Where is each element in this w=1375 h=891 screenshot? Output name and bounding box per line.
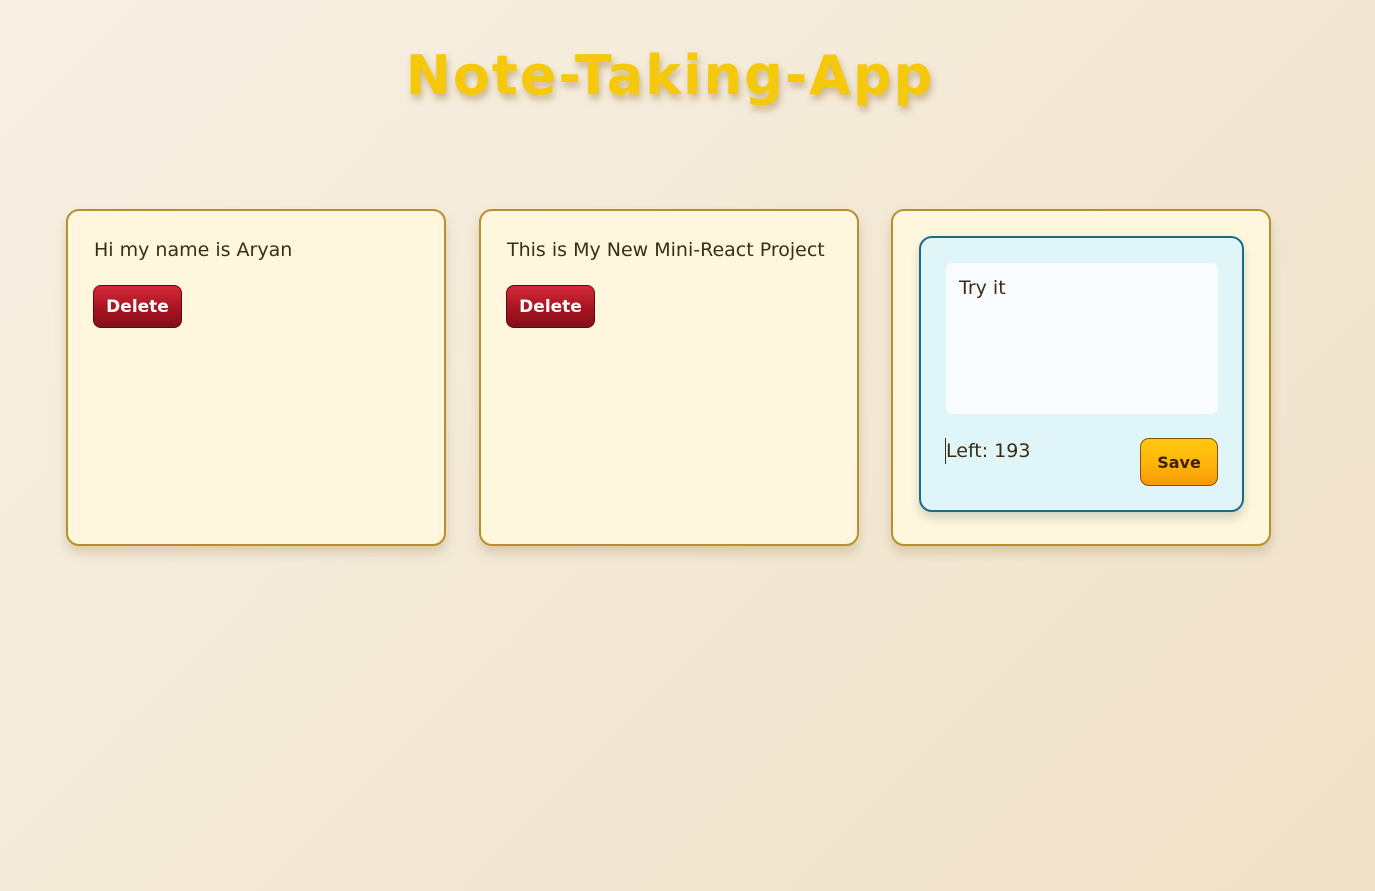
delete-note-button[interactable]: Delete <box>506 285 595 328</box>
new-note-card: Try it Left: 193 Save <box>891 209 1271 546</box>
note-text: Hi my name is Aryan <box>94 239 293 261</box>
note-card: Hi my name is Aryan Delete <box>66 209 446 546</box>
app-title: Note-Taking-App <box>405 44 935 107</box>
note-card: This is My New Mini-React Project Delete <box>479 209 859 546</box>
note-text: This is My New Mini-React Project <box>507 239 825 261</box>
save-button[interactable]: Save <box>1140 438 1218 486</box>
note-editor: Try it Left: 193 Save <box>919 236 1244 512</box>
note-input[interactable]: Try it <box>946 263 1218 414</box>
delete-note-button[interactable]: Delete <box>93 285 182 328</box>
characters-left-counter: Left: 193 <box>946 440 1031 462</box>
